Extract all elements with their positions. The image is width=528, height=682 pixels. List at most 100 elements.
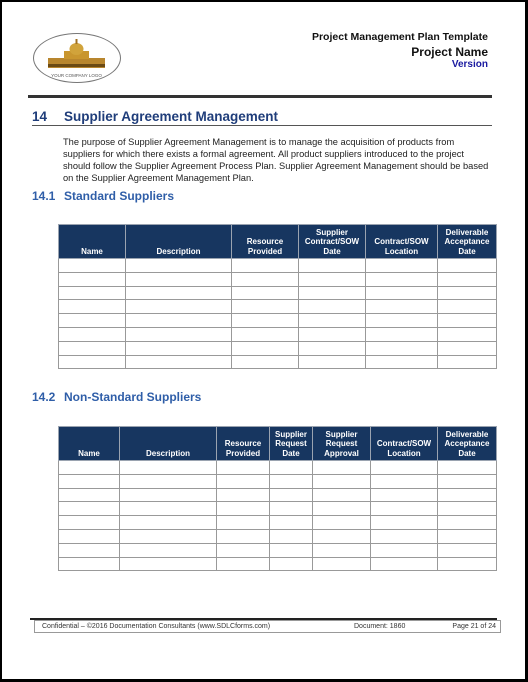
table-cell[interactable]	[370, 487, 438, 503]
table-cell[interactable]	[125, 326, 232, 342]
table-cell[interactable]	[231, 271, 299, 287]
table-cell[interactable]	[437, 285, 497, 301]
table-cell[interactable]	[269, 515, 313, 530]
table-cell[interactable]	[58, 556, 120, 572]
table-cell[interactable]	[58, 473, 120, 489]
table-cell[interactable]	[125, 271, 232, 287]
table-cell[interactable]	[312, 501, 371, 517]
table-cell[interactable]	[370, 556, 438, 572]
table-cell[interactable]	[58, 354, 126, 370]
table-cell[interactable]	[312, 487, 371, 503]
table-cell[interactable]	[119, 515, 217, 530]
table-cell[interactable]	[370, 528, 438, 544]
table-cell[interactable]	[298, 326, 366, 342]
table-cell[interactable]	[231, 340, 299, 356]
table-cell[interactable]	[231, 354, 299, 370]
table-cell[interactable]	[298, 299, 366, 315]
table-cell[interactable]	[125, 313, 232, 328]
table-cell[interactable]	[58, 271, 126, 287]
table-cell[interactable]	[216, 542, 270, 558]
table-cell[interactable]	[58, 299, 126, 315]
table-cell[interactable]	[437, 258, 497, 273]
table-cell[interactable]	[365, 354, 438, 370]
table-cell[interactable]	[58, 313, 126, 328]
table-cell[interactable]	[216, 487, 270, 503]
table-cell[interactable]	[312, 473, 371, 489]
table-cell[interactable]	[269, 460, 313, 475]
table-cell[interactable]	[298, 313, 366, 328]
table-cell[interactable]	[231, 326, 299, 342]
table-cell[interactable]	[269, 542, 313, 558]
table-cell[interactable]	[119, 528, 217, 544]
table-cell[interactable]	[58, 528, 120, 544]
table-cell[interactable]	[58, 285, 126, 301]
table-cell[interactable]	[125, 299, 232, 315]
table-cell[interactable]	[269, 501, 313, 517]
table-cell[interactable]	[365, 271, 438, 287]
table-cell[interactable]	[125, 285, 232, 301]
table-cell[interactable]	[437, 556, 497, 572]
table-cell[interactable]	[119, 487, 217, 503]
table-cell[interactable]	[312, 542, 371, 558]
table-cell[interactable]	[370, 542, 438, 558]
table-cell[interactable]	[119, 542, 217, 558]
table-cell[interactable]	[365, 340, 438, 356]
table-cell[interactable]	[125, 354, 232, 370]
table-cell[interactable]	[437, 299, 497, 315]
table-cell[interactable]	[370, 460, 438, 475]
table-cell[interactable]	[365, 299, 438, 315]
table-cell[interactable]	[119, 556, 217, 572]
table-cell[interactable]	[298, 271, 366, 287]
table-cell[interactable]	[437, 528, 497, 544]
table-cell[interactable]	[298, 340, 366, 356]
table-cell[interactable]	[119, 501, 217, 517]
table-cell[interactable]	[216, 501, 270, 517]
table-cell[interactable]	[231, 313, 299, 328]
table-cell[interactable]	[58, 258, 126, 273]
table-cell[interactable]	[216, 473, 270, 489]
table-cell[interactable]	[437, 340, 497, 356]
table-cell[interactable]	[216, 460, 270, 475]
table-cell[interactable]	[370, 501, 438, 517]
table-cell[interactable]	[437, 487, 497, 503]
table-cell[interactable]	[298, 354, 366, 370]
table-cell[interactable]	[119, 473, 217, 489]
table-cell[interactable]	[58, 501, 120, 517]
table-cell[interactable]	[437, 501, 497, 517]
table-cell[interactable]	[437, 271, 497, 287]
table-cell[interactable]	[312, 460, 371, 475]
table-cell[interactable]	[216, 556, 270, 572]
table-cell[interactable]	[365, 326, 438, 342]
table-cell[interactable]	[269, 528, 313, 544]
table-cell[interactable]	[312, 528, 371, 544]
table-cell[interactable]	[437, 313, 497, 328]
table-cell[interactable]	[119, 460, 217, 475]
table-cell[interactable]	[269, 487, 313, 503]
table-cell[interactable]	[365, 258, 438, 273]
table-cell[interactable]	[269, 473, 313, 489]
table-cell[interactable]	[298, 285, 366, 301]
table-cell[interactable]	[370, 473, 438, 489]
table-cell[interactable]	[216, 528, 270, 544]
table-cell[interactable]	[312, 515, 371, 530]
table-cell[interactable]	[125, 340, 232, 356]
table-cell[interactable]	[58, 326, 126, 342]
table-cell[interactable]	[231, 285, 299, 301]
table-cell[interactable]	[437, 473, 497, 489]
table-cell[interactable]	[58, 487, 120, 503]
table-cell[interactable]	[437, 542, 497, 558]
table-cell[interactable]	[365, 285, 438, 301]
table-cell[interactable]	[298, 258, 366, 273]
table-cell[interactable]	[365, 313, 438, 328]
table-cell[interactable]	[370, 515, 438, 530]
table-cell[interactable]	[269, 556, 313, 572]
table-cell[interactable]	[216, 515, 270, 530]
table-cell[interactable]	[231, 258, 299, 273]
table-cell[interactable]	[437, 354, 497, 370]
table-cell[interactable]	[437, 460, 497, 475]
table-cell[interactable]	[231, 299, 299, 315]
table-cell[interactable]	[58, 542, 120, 558]
table-cell[interactable]	[58, 340, 126, 356]
table-cell[interactable]	[58, 515, 120, 530]
table-cell[interactable]	[437, 515, 497, 530]
